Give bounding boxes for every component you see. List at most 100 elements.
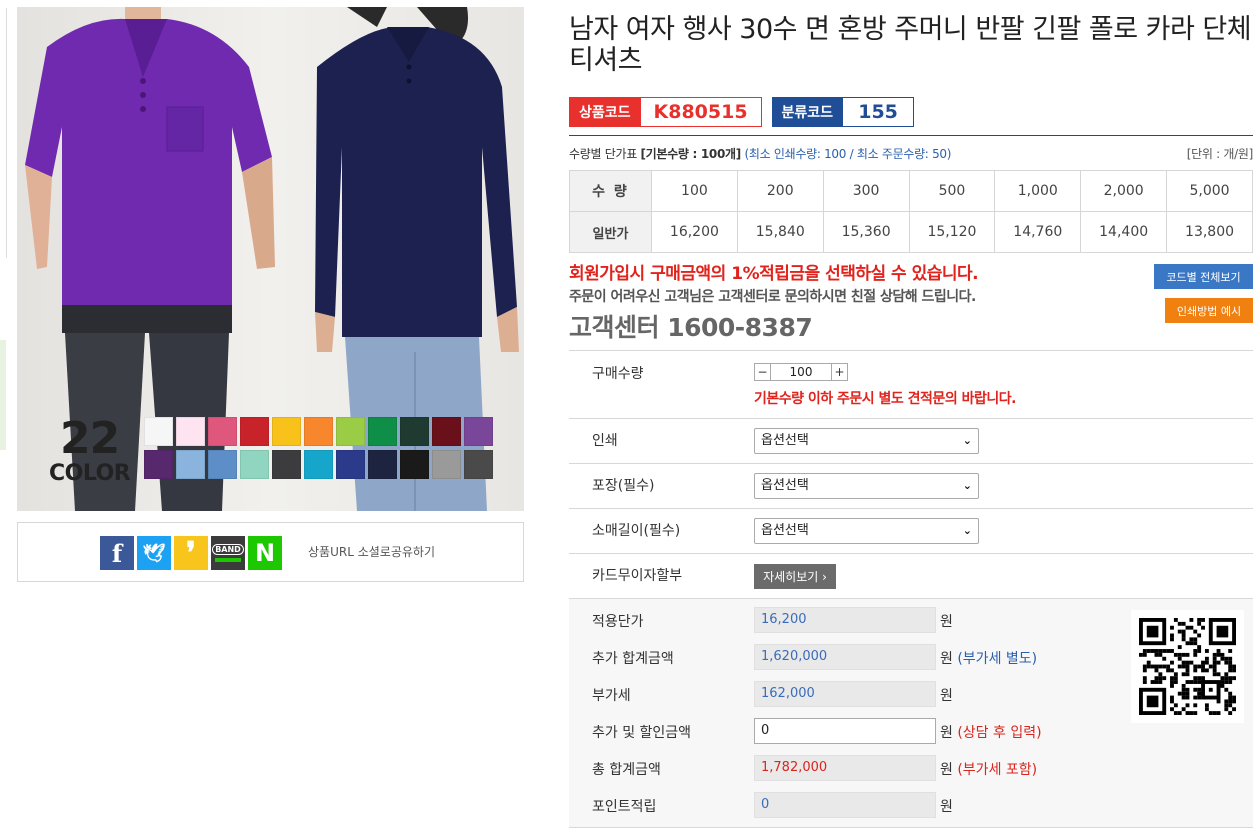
product-code-label: 상품코드 [569, 97, 641, 127]
total-unit: 원 (부가세 포함) [940, 759, 1037, 779]
qty-cell: 2,000 [1080, 170, 1168, 212]
band-icon[interactable]: BAND [211, 536, 245, 570]
category-code-value: 155 [843, 97, 915, 127]
color-swatch [272, 450, 301, 479]
print-select-value: 옵션선택 [761, 433, 809, 448]
vat-row: 부가세 162,000 원 [569, 681, 1129, 708]
subtotal-label: 추가 합계금액 [592, 651, 674, 667]
price-cell: 14,400 [1080, 211, 1168, 253]
qty-cell: 200 [736, 170, 824, 212]
color-swatch [336, 450, 365, 479]
color-swatch [176, 417, 205, 446]
discount-unit: 원 (상담 후 입력) [940, 722, 1042, 742]
won-unit: 원 [940, 651, 953, 667]
discount-label: 추가 및 할인금액 [592, 725, 692, 741]
section-divider [569, 135, 1253, 136]
qty-input[interactable]: 100 [771, 363, 831, 381]
unit-price-label: 적용단가 [592, 614, 644, 630]
color-swatch [432, 450, 461, 479]
subtotal-note: (부가세 별도) [957, 651, 1038, 667]
vat-field: 162,000 [754, 681, 936, 707]
qty-cell: 300 [822, 170, 910, 212]
unit-label: [단위 : 개/원] [1186, 147, 1253, 161]
won-unit: 원 [940, 799, 953, 815]
color-count-number: 22 [60, 413, 120, 464]
qr-code-graphic [1139, 618, 1236, 715]
color-swatch [176, 450, 205, 479]
color-swatch-grid [144, 417, 504, 479]
sleeve-label: 소매길이(필수) [592, 523, 681, 539]
card-detail-button[interactable]: 자세히보기 › [754, 564, 836, 589]
color-swatch [144, 450, 173, 479]
qty-cell: 100 [651, 170, 738, 212]
product-code-box: 상품코드 K880515 [569, 97, 762, 127]
color-swatch [368, 417, 397, 446]
print-option-row: 인쇄 옵션선택 ⌄ [569, 418, 1253, 463]
quantity-row: 구매수량 − 100 + 기본수량 이하 주문시 별도 견적문의 바랍니다. [569, 350, 1253, 418]
unit-price-row: 적용단가 16,200 원 [569, 607, 1129, 634]
social-share-box: f 🕊 ❜ BAND N 상품URL 소셜로공유하기 [17, 522, 524, 582]
discount-input[interactable]: 0 [754, 718, 936, 744]
packing-label: 포장(필수) [592, 478, 655, 494]
total-field: 1,782,000 [754, 755, 936, 781]
quantity-stepper: − 100 + [754, 363, 848, 381]
facebook-icon[interactable]: f [100, 536, 134, 570]
promo-notice: 회원가입시 구매금액의 1%적립금을 선택하실 수 있습니다. [569, 264, 979, 284]
color-count-badge: 22 COLOR [49, 413, 131, 486]
total-note: (부가세 포함) [957, 762, 1038, 778]
min-qty-info: (최소 인쇄수량: 100 / 최소 주문수량: 50) [744, 147, 952, 161]
order-summary: 적용단가 16,200 원 추가 합계금액 1,620,000 원 (부가세 별… [569, 598, 1253, 828]
vat-label: 부가세 [592, 688, 631, 704]
qty-minus-button[interactable]: − [754, 363, 771, 381]
twitter-icon[interactable]: 🕊 [137, 536, 171, 570]
chevron-down-icon: ⌄ [962, 434, 972, 447]
color-swatch [208, 417, 237, 446]
chevron-down-icon: ⌄ [962, 524, 972, 537]
code-row: 상품코드 K880515 분류코드 155 [569, 97, 915, 127]
qty-plus-button[interactable]: + [831, 363, 848, 381]
qty-cell: 500 [908, 170, 996, 212]
won-unit: 원 [940, 614, 953, 630]
points-row: 포인트적립 0 원 [569, 792, 1129, 819]
qty-row: 수 량 100 200 300 500 1,000 2,000 5,000 [569, 170, 1253, 212]
left-edge-strip [0, 0, 8, 835]
price-info-line: 수량별 단가표 [기본수량 : 100개] (최소 인쇄수량: 100 / 최소… [569, 145, 1253, 162]
left-edge-border [0, 8, 7, 258]
print-select[interactable]: 옵션선택 ⌄ [754, 428, 979, 454]
color-swatch [400, 450, 429, 479]
share-icon-group: f 🕊 ❜ BAND N [100, 536, 282, 571]
customer-center-phone: 고객센터 1600-8387 [569, 313, 813, 342]
price-header: 일반가 [569, 211, 652, 253]
view-all-codes-button[interactable]: 코드별 전체보기 [1154, 264, 1253, 289]
price-cell: 15,120 [908, 211, 996, 253]
subtotal-row: 추가 합계금액 1,620,000 원 (부가세 별도) [569, 644, 1129, 671]
price-cell: 15,360 [822, 211, 910, 253]
product-image: 22 COLOR [17, 7, 524, 511]
color-swatch [240, 417, 269, 446]
kakaostory-icon[interactable]: ❜ [174, 536, 208, 571]
won-unit: 원 [940, 725, 953, 741]
sleeve-select[interactable]: 옵션선택 ⌄ [754, 518, 979, 544]
share-label: 상품URL 소셜로공유하기 [308, 545, 435, 559]
card-installment-row: 카드무이자할부 자세히보기 › [569, 553, 1253, 598]
qr-code-icon [1131, 610, 1244, 723]
packing-select-value: 옵션선택 [761, 478, 809, 493]
subtotal-unit: 원 (부가세 별도) [940, 648, 1037, 668]
naver-icon[interactable]: N [248, 536, 282, 570]
base-qty: [기본수량 : 100개] [640, 147, 741, 161]
packing-select[interactable]: 옵션선택 ⌄ [754, 473, 979, 499]
left-edge-thumbnail [0, 340, 6, 450]
total-label: 총 합계금액 [592, 762, 661, 778]
qty-cell: 5,000 [1166, 170, 1253, 212]
subtotal-field: 1,620,000 [754, 644, 936, 670]
color-swatch [304, 417, 333, 446]
color-swatch [304, 450, 333, 479]
quantity-label: 구매수량 [592, 366, 644, 382]
sleeve-select-value: 옵션선택 [761, 523, 809, 538]
packing-option-row: 포장(필수) 옵션선택 ⌄ [569, 463, 1253, 508]
price-table: 수 량 100 200 300 500 1,000 2,000 5,000 일반가 16,2… [569, 170, 1253, 253]
chevron-down-icon: ⌄ [962, 479, 972, 492]
color-count-word: COLOR [49, 461, 131, 486]
print-method-example-button[interactable]: 인쇄방법 예시 [1165, 298, 1253, 323]
color-swatch [464, 450, 493, 479]
